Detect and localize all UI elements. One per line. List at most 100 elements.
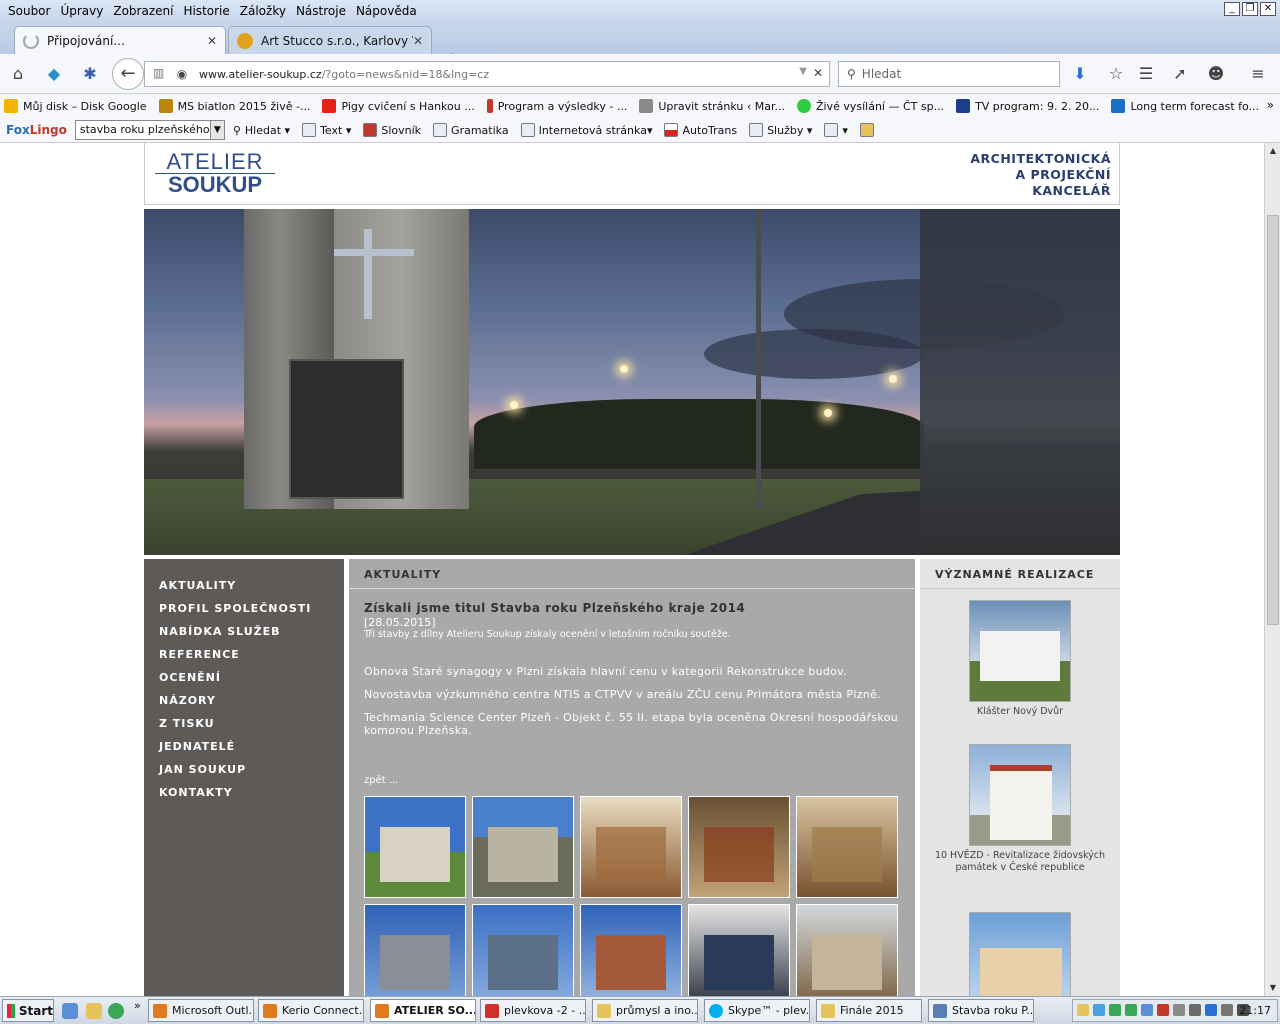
- scroll-down-icon[interactable]: ▼: [1267, 982, 1279, 994]
- menu-historie[interactable]: Historie: [181, 4, 237, 18]
- gallery-photo-ntis[interactable]: [364, 904, 466, 996]
- menu-zalozky[interactable]: Záložky: [238, 4, 294, 18]
- foxlingo-logo[interactable]: FoxLingo: [6, 123, 67, 137]
- taskbar-button-active[interactable]: ATELIER SO...: [370, 999, 476, 1022]
- menu-zobrazeni[interactable]: Zobrazení: [111, 4, 181, 18]
- menu-upravy[interactable]: Úpravy: [58, 4, 111, 18]
- nav-jednatele[interactable]: JEDNATELÉ: [144, 740, 344, 763]
- menu-soubor[interactable]: Soubor: [6, 4, 58, 18]
- tray-icon[interactable]: [1173, 1004, 1185, 1016]
- realization-item[interactable]: 10 HVĚZD - Revitalizace židovských památ…: [920, 744, 1120, 874]
- bookmark-item[interactable]: TV program: 9. 2. 20...: [956, 99, 1099, 113]
- realization-item[interactable]: [920, 912, 1120, 996]
- url-dropdown-icon[interactable]: ▼: [799, 66, 807, 77]
- foxlingo-key[interactable]: [859, 123, 878, 137]
- foxlingo-grammar[interactable]: Gramatika: [433, 123, 509, 137]
- close-tab-icon[interactable]: ✕: [413, 34, 423, 48]
- nav-oceneni[interactable]: OCENĚNÍ: [144, 671, 344, 694]
- tray-icon[interactable]: [1125, 1004, 1137, 1016]
- addon-icon[interactable]: ✱: [78, 62, 102, 86]
- taskbar-button[interactable]: průmysl a ino...: [592, 999, 698, 1022]
- back-link[interactable]: zpět ...: [364, 775, 900, 786]
- vertical-scrollbar[interactable]: ▲ ▼: [1264, 143, 1280, 996]
- tray-icon[interactable]: [1093, 1004, 1105, 1016]
- library-icon[interactable]: ▥: [153, 66, 164, 80]
- volume-icon[interactable]: [1221, 1004, 1233, 1016]
- close-window-button[interactable]: ✕: [1260, 2, 1276, 16]
- bookmark-item[interactable]: Živé vysílání — ČT sp...: [796, 99, 944, 113]
- gallery-photo-interior[interactable]: [580, 796, 682, 898]
- home-icon[interactable]: ⌂: [6, 62, 30, 86]
- tab-art-stucco[interactable]: Art Stucco s.r.o., Karlovy Var... ✕: [228, 26, 432, 54]
- url-bar[interactable]: ◉ ▥ www.atelier-soukup.cz /?goto=news&ni…: [144, 61, 830, 87]
- hamburger-menu-icon[interactable]: ≡: [1246, 62, 1270, 86]
- gallery-photo-ntis[interactable]: [580, 904, 682, 996]
- back-button[interactable]: ←: [112, 58, 144, 90]
- sync-icon[interactable]: ◆: [42, 62, 66, 86]
- nav-reference[interactable]: REFERENCE: [144, 648, 344, 671]
- nav-kontakty[interactable]: KONTAKTY: [144, 786, 344, 809]
- foxlingo-webpage[interactable]: Internetová stránka ▾: [520, 123, 652, 137]
- gallery-photo-auditorium[interactable]: [796, 904, 898, 996]
- nav-z-tisku[interactable]: Z TISKU: [144, 717, 344, 740]
- tray-icon[interactable]: [1189, 1004, 1201, 1016]
- menu-nastroje[interactable]: Nástroje: [294, 4, 354, 18]
- taskbar-button[interactable]: Microsoft Outl...: [148, 999, 254, 1022]
- tray-icon[interactable]: [1141, 1004, 1153, 1016]
- gallery-photo-synagogue[interactable]: [364, 796, 466, 898]
- foxlingo-text[interactable]: Text ▾: [302, 123, 351, 137]
- bookmark-item[interactable]: Upravit stránku ‹ Mar...: [639, 99, 785, 113]
- antivirus-icon[interactable]: [1157, 1004, 1169, 1016]
- tab-loading[interactable]: Připojování... ✕: [14, 26, 226, 54]
- chat-icon[interactable]: ☻: [1204, 62, 1228, 86]
- dropdown-icon[interactable]: ▼: [209, 121, 224, 139]
- bookmark-item[interactable]: Můj disk – Disk Google: [4, 99, 147, 113]
- quicklaunch-ie-icon[interactable]: [62, 1003, 78, 1019]
- minimize-button[interactable]: _: [1224, 2, 1240, 16]
- bookmark-item[interactable]: Long term forecast fo...: [1111, 99, 1259, 113]
- start-button[interactable]: Start: [2, 999, 54, 1022]
- foxlingo-services[interactable]: Služby ▾: [749, 123, 812, 137]
- nav-aktuality[interactable]: AKTUALITY: [144, 579, 344, 602]
- clock[interactable]: 21:17: [1239, 1004, 1271, 1017]
- chevron-right-icon[interactable]: »: [1267, 98, 1274, 112]
- chrome-icon[interactable]: [108, 1003, 124, 1019]
- bookmark-item[interactable]: Pigy cvičení s Hankou ...: [322, 99, 475, 113]
- taskbar-button[interactable]: Kerio Connect...: [258, 999, 364, 1022]
- bookmark-item[interactable]: Program a výsledky - ...: [486, 99, 627, 113]
- scrollbar-thumb[interactable]: [1267, 215, 1279, 625]
- network-icon[interactable]: [1205, 1004, 1217, 1016]
- gallery-photo-auditorium[interactable]: [688, 904, 790, 996]
- restore-button[interactable]: ❐: [1242, 2, 1258, 16]
- nav-jan-soukup[interactable]: JAN SOUKUP: [144, 763, 344, 786]
- gallery-photo-interior[interactable]: [688, 796, 790, 898]
- scroll-up-icon[interactable]: ▲: [1267, 145, 1279, 157]
- foxlingo-search[interactable]: ⚲ Hledat ▾: [233, 124, 290, 137]
- chevron-right-icon[interactable]: »: [134, 999, 141, 1012]
- realization-item[interactable]: Klášter Nový Dvůr: [920, 600, 1120, 718]
- nav-profil[interactable]: PROFIL SPOLEČNOSTI: [144, 602, 344, 625]
- foxlingo-autotrans[interactable]: AutoTrans: [664, 123, 737, 137]
- quicklaunch-icon[interactable]: [86, 1003, 102, 1019]
- foxlingo-dictionary[interactable]: Slovník: [363, 123, 421, 137]
- download-icon[interactable]: ⬇: [1068, 62, 1092, 86]
- stop-icon[interactable]: ✕: [813, 66, 823, 80]
- nav-nabidka[interactable]: NABÍDKA SLUŽEB: [144, 625, 344, 648]
- close-tab-icon[interactable]: ✕: [207, 34, 217, 48]
- taskbar-button[interactable]: Stavba roku P...: [928, 999, 1034, 1022]
- tray-icon[interactable]: [1077, 1004, 1089, 1016]
- search-input[interactable]: ⚲ Hledat: [838, 61, 1060, 87]
- gallery-photo-synagogue[interactable]: [472, 796, 574, 898]
- nav-nazory[interactable]: NÁZORY: [144, 694, 344, 717]
- send-icon[interactable]: ➚: [1168, 62, 1192, 86]
- foxlingo-input[interactable]: stavba roku plzeňského kr ▼: [74, 120, 225, 140]
- taskbar-button[interactable]: Skype™ - plev...: [704, 999, 810, 1022]
- foxlingo-settings[interactable]: ▾: [824, 123, 848, 137]
- atelier-soukup-logo[interactable]: ATELIER SOUKUP: [155, 151, 275, 196]
- bookmark-star-icon[interactable]: ☆: [1104, 62, 1128, 86]
- tray-icon[interactable]: [1109, 1004, 1121, 1016]
- bookmarks-list-icon[interactable]: ☰: [1134, 62, 1158, 86]
- taskbar-button[interactable]: Finále 2015: [816, 999, 922, 1022]
- bookmark-item[interactable]: MS biatlon 2015 živě -...: [158, 99, 310, 113]
- menu-napoveda[interactable]: Nápověda: [354, 4, 425, 18]
